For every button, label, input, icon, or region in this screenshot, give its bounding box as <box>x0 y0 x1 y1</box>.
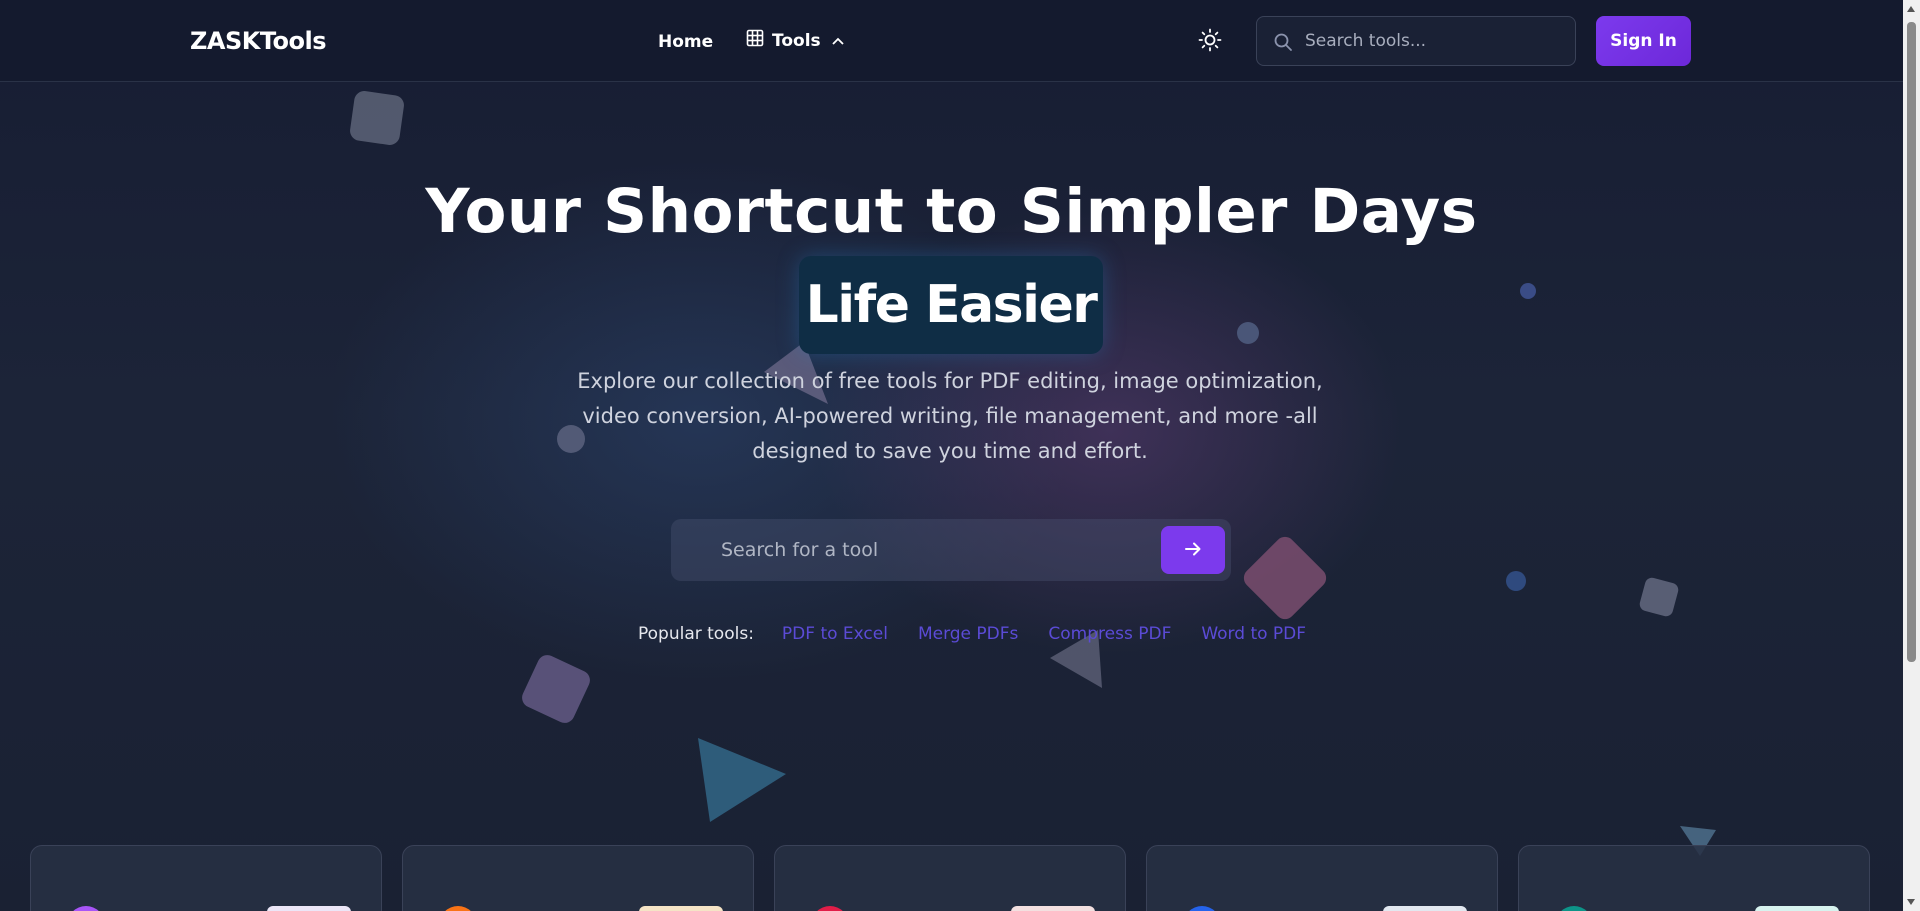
sign-in-button[interactable]: Sign In <box>1596 16 1691 66</box>
tool-card-icon <box>67 906 105 911</box>
popular-tools-label: Popular tools: <box>638 624 754 644</box>
nav-tools-label: Tools <box>772 30 821 51</box>
tool-card-icon <box>439 906 477 911</box>
decor-circle <box>1520 283 1536 299</box>
tool-card-icon <box>1183 906 1221 911</box>
popular-tools: Popular tools: PDF to Excel Merge PDFs C… <box>638 624 1306 644</box>
grid-icon <box>746 29 764 52</box>
nav-home-link[interactable]: Home <box>658 32 713 52</box>
tool-card[interactable] <box>30 845 382 911</box>
decor-circle <box>1237 322 1259 344</box>
scrollbar-thumb[interactable] <box>1907 22 1916 662</box>
page-scrollbar[interactable] <box>1903 0 1920 911</box>
popular-link-pdf-to-excel[interactable]: PDF to Excel <box>782 624 888 644</box>
search-icon <box>1273 32 1293 56</box>
theme-toggle-button[interactable] <box>1194 28 1226 56</box>
nav-tools-menu[interactable]: Tools <box>746 29 845 52</box>
site-logo[interactable]: ZASKTools <box>190 27 327 55</box>
popular-link-word-to-pdf[interactable]: Word to PDF <box>1201 624 1306 644</box>
hero-search-submit-button[interactable] <box>1161 526 1225 574</box>
popular-link-compress-pdf[interactable]: Compress PDF <box>1048 624 1171 644</box>
hero-badge: Life Easier <box>799 256 1103 354</box>
nav-search-box <box>1256 16 1576 66</box>
chevron-up-icon <box>831 31 845 51</box>
tool-card-thumbnail <box>1755 906 1839 911</box>
tool-card-icon <box>1555 906 1593 911</box>
tool-card-icon <box>811 906 849 911</box>
tool-card-thumbnail <box>267 906 351 911</box>
decor-triangle <box>698 738 786 822</box>
arrow-right-icon <box>1183 539 1203 562</box>
hero-subtitle: Explore our collection of free tools for… <box>577 369 1323 463</box>
tool-card-thumbnail <box>639 906 723 911</box>
popular-link-merge-pdfs[interactable]: Merge PDFs <box>918 624 1018 644</box>
decor-rounded-square <box>348 89 406 147</box>
decor-circle <box>1506 571 1526 591</box>
tool-card[interactable] <box>1518 845 1870 911</box>
tool-card-thumbnail <box>1011 906 1095 911</box>
scroll-down-arrow-icon[interactable] <box>1907 899 1915 905</box>
hero-title: Your Shortcut to Simpler Days <box>425 176 1478 247</box>
tool-card[interactable] <box>1146 845 1498 911</box>
hero-search-box <box>671 519 1231 581</box>
scroll-up-arrow-icon[interactable] <box>1907 6 1915 12</box>
nav-search-input[interactable] <box>1305 17 1565 65</box>
sun-icon <box>1198 28 1222 56</box>
tool-card-thumbnail <box>1383 906 1467 911</box>
tool-card[interactable] <box>402 845 754 911</box>
hero-search-input[interactable] <box>721 519 1161 581</box>
tool-card[interactable] <box>774 845 1126 911</box>
top-navbar: ZASKTools Home Tools Sign In <box>0 0 1903 82</box>
